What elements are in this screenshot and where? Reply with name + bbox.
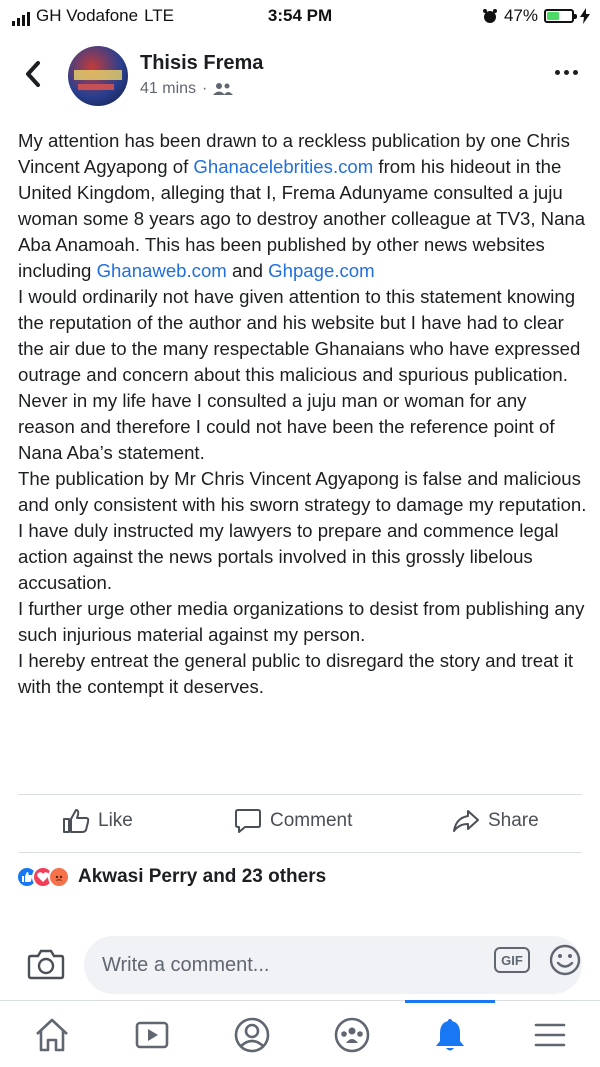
comment-button[interactable]: Comment xyxy=(234,808,352,834)
like-button[interactable]: Like xyxy=(62,808,133,834)
profile-icon xyxy=(234,1017,270,1053)
camera-button[interactable] xyxy=(26,944,66,984)
angry-reaction-icon xyxy=(48,866,70,888)
share-label: Share xyxy=(488,810,539,831)
back-button[interactable] xyxy=(18,56,48,92)
comment-composer: Write a comment... GIF xyxy=(0,930,600,1000)
avatar[interactable] xyxy=(68,46,128,106)
reactions-summary[interactable]: Akwasi Perry and 23 others xyxy=(16,866,326,888)
gif-button[interactable]: GIF xyxy=(494,947,530,973)
post-paragraph: I would ordinarily not have given attent… xyxy=(18,284,588,388)
post-header: Thisis Frema 41 mins · xyxy=(0,40,600,112)
meta-separator: · xyxy=(202,80,208,97)
post-paragraph: I further urge other media organizations… xyxy=(18,596,588,648)
alarm-icon xyxy=(482,9,497,23)
post-link[interactable]: Ghpage.com xyxy=(268,260,374,281)
post-text: I would ordinarily not have given attent… xyxy=(18,286,581,385)
post-paragraph: I have duly instructed my lawyers to pre… xyxy=(18,518,588,596)
post-paragraph: My attention has been drawn to a reckles… xyxy=(18,128,588,284)
active-tab-indicator xyxy=(405,1000,495,1003)
status-right: 47% xyxy=(482,6,590,26)
nav-notifications[interactable] xyxy=(428,1013,472,1057)
nav-groups[interactable] xyxy=(330,1013,374,1057)
nav-profile[interactable] xyxy=(230,1013,274,1057)
share-button[interactable]: Share xyxy=(452,808,539,834)
thumbs-up-icon xyxy=(63,809,90,833)
post-actions: Like Comment Share xyxy=(0,800,600,846)
post-text: and xyxy=(226,260,269,281)
post-time[interactable]: 41 mins xyxy=(140,80,196,98)
charging-icon xyxy=(580,8,590,24)
divider xyxy=(18,852,582,853)
post-meta: 41 mins · xyxy=(140,80,234,98)
groups-icon xyxy=(334,1017,370,1053)
comment-label: Comment xyxy=(270,810,353,831)
post-text: The publication by Mr Chris Vincent Agya… xyxy=(18,468,587,515)
menu-icon xyxy=(534,1023,566,1047)
share-icon xyxy=(453,810,479,832)
camera-icon xyxy=(27,949,65,980)
bottom-navigation xyxy=(0,1000,600,1067)
nav-watch[interactable] xyxy=(130,1013,174,1057)
divider xyxy=(18,794,582,795)
post-text: I hereby entreat the general public to d… xyxy=(18,650,574,697)
nav-menu[interactable] xyxy=(528,1013,572,1057)
post-paragraph: I hereby entreat the general public to d… xyxy=(18,648,588,700)
battery-icon xyxy=(544,9,577,23)
home-icon xyxy=(36,1018,68,1052)
like-label: Like xyxy=(98,810,133,831)
emoji-button[interactable] xyxy=(548,943,582,977)
post-text: I further urge other media organizations… xyxy=(18,598,585,645)
reactions-text: Akwasi Perry and 23 others xyxy=(78,866,327,887)
smiley-icon xyxy=(549,944,581,976)
nav-home[interactable] xyxy=(30,1013,74,1057)
chevron-left-icon xyxy=(26,61,40,87)
watch-icon xyxy=(135,1021,169,1049)
battery-percent: 47% xyxy=(503,6,538,25)
post-link[interactable]: Ghanaweb.com xyxy=(97,260,227,281)
comment-placeholder: Write a comment... xyxy=(102,953,270,976)
post-paragraph: The publication by Mr Chris Vincent Agya… xyxy=(18,466,588,518)
post-paragraph: Never in my life have I consulted a juju… xyxy=(18,388,588,466)
status-bar: GH Vodafone LTE 3:54 PM 47% xyxy=(0,0,600,36)
post-text: I have duly instructed my lawyers to pre… xyxy=(18,520,559,593)
comment-icon xyxy=(235,809,261,833)
notifications-icon xyxy=(436,1019,464,1051)
author-name[interactable]: Thisis Frema xyxy=(140,52,263,75)
friends-icon xyxy=(213,83,234,95)
post-body: My attention has been drawn to a reckles… xyxy=(18,128,588,700)
post-link[interactable]: Ghanacelebrities.com xyxy=(193,156,373,177)
more-options-button[interactable] xyxy=(555,70,578,75)
post-text: Never in my life have I consulted a juju… xyxy=(18,390,555,463)
